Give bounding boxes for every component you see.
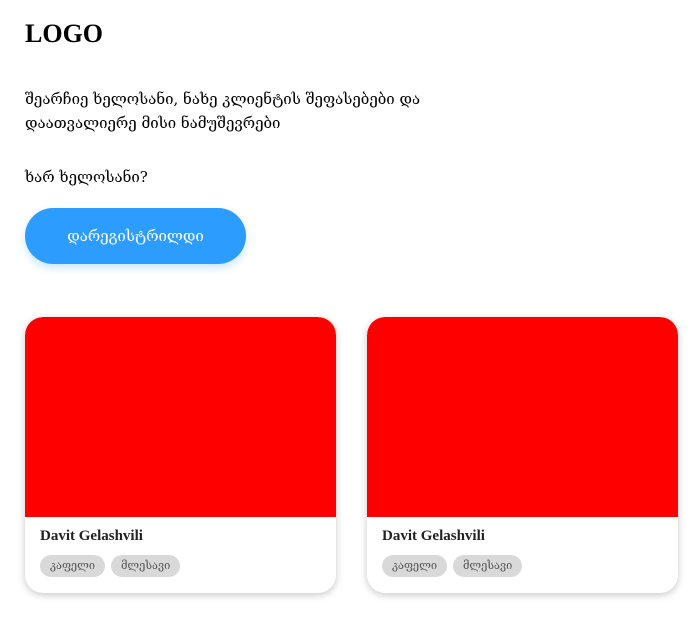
skill-tags: კაფელი მლესავი [382,555,523,577]
craftsman-question: ხარ ხელოსანი? [25,168,148,186]
hero-tagline: შეარჩიე ხელოსანი, ნახე კლიენტის შეფასებე… [25,90,421,132]
craftsman-card[interactable]: Davit Gelashvili კაფელი მლესავი [25,317,336,593]
register-button[interactable]: დარეგისტრილდი [25,208,246,264]
skill-tags: კაფელი მლესავი [40,555,181,577]
craftsman-name: Davit Gelashvili [40,528,143,544]
craftsman-card[interactable]: Davit Gelashvili კაფელი მლესავი [367,317,678,593]
skill-tag: მლესავი [110,555,181,577]
craftsman-name: Davit Gelashvili [382,528,485,544]
card-image [25,317,336,517]
card-image [367,317,678,517]
skill-tag: მლესავი [452,555,523,577]
skill-tag: კაფელი [382,555,447,577]
logo[interactable]: LOGO [25,19,103,49]
skill-tag: კაფელი [40,555,105,577]
